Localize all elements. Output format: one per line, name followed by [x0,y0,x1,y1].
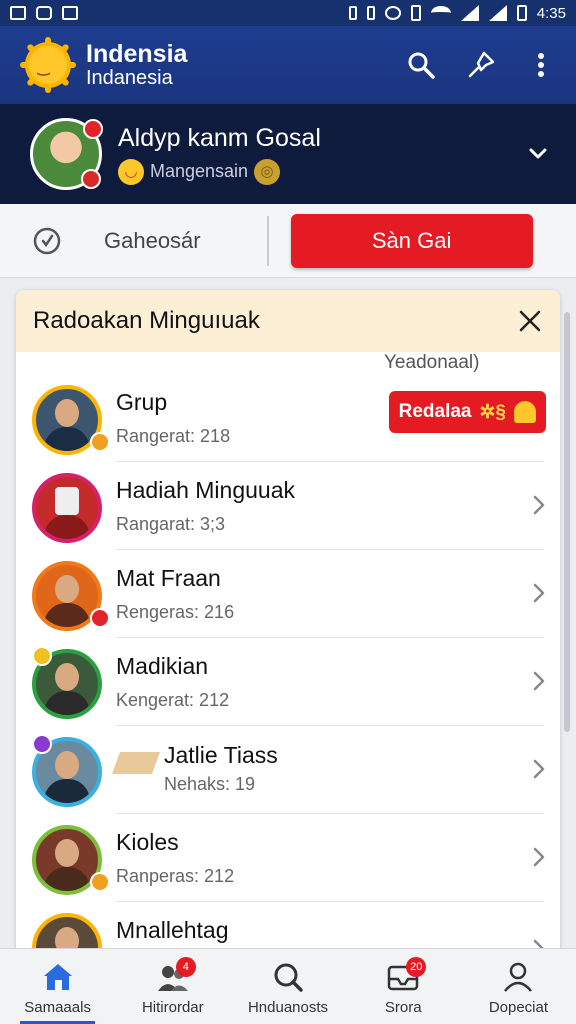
notification-count: 4 [175,957,196,977]
badge-icon [32,646,52,666]
clock-icon[interactable] [32,226,62,256]
reminder-button-label: Redalaa [398,401,472,422]
bluetooth-icon [366,6,375,20]
app-notification-icon [36,6,52,20]
tab-label: Hitirordar [141,999,204,1016]
action-strip: Gaheosár Sàn Gai [0,204,576,278]
battery-icon [516,5,527,21]
chevron-right-icon[interactable] [532,758,546,780]
signal-icon-2 [488,5,507,21]
wifi-icon [430,6,451,20]
list-item[interactable]: Grup Rangerat: 218 Redalaa ✲§ [16,374,560,462]
badge-icon [90,432,110,452]
tab-label: Samaaals [24,999,91,1016]
list-item-meta: Nehaks: 19 [164,774,256,794]
bottom-nav: Samaaals 4 Hitirordar Hnduanosts 20 Sror… [0,948,576,1024]
list-item-meta: Rangerat: 218 [116,426,231,446]
profile-header[interactable]: Aldyp kanm Gosal ◡ Mangensain ◎ [0,104,576,204]
status-bar: 4:35 [0,0,576,26]
inbox-icon: 20 [386,957,427,993]
coin-icon: ◎ [254,158,281,185]
list-item-name: Kioles [116,829,179,855]
search-icon[interactable] [406,50,436,80]
list-item-meta: Ranperas: 212 [116,866,235,886]
tab-label: Srora [384,999,422,1016]
card-header: Radoakan Minguıuak [16,290,560,352]
app-bar: ‿ Indensia Indanesia [0,26,576,104]
chevron-right-icon[interactable] [532,670,546,692]
signal-icon [460,5,479,21]
sparkle-icon: ✲§ [479,401,507,423]
profile-avatar[interactable] [30,118,103,190]
list-item[interactable]: Madikian Kengerat: 212 [16,638,560,726]
person-icon [501,961,535,993]
list-item[interactable]: Hadiah Minguuak Rangarat: 3;3 [16,462,560,550]
list-item[interactable]: Jatlie Tiass Nehaks: 19 [16,726,560,814]
list-item-name: Grup [116,389,168,415]
alarm-icon [384,6,401,20]
list-item-meta: Rengeras: 216 [116,602,235,622]
divider [266,215,269,266]
chevron-right-icon[interactable] [532,494,546,516]
list-item-name: Mat Fraan [116,565,221,591]
list-item[interactable]: Mat Fraan Rengeras: 216 [16,550,560,638]
tab-inbox[interactable]: 20 Srora [346,949,461,1024]
list-item-meta: Rangarat: 3;3 [116,514,226,534]
chevron-down-icon[interactable] [526,142,550,166]
close-icon[interactable] [516,307,544,335]
profile-status: Mangensain [150,161,249,181]
list-item-name: Hadiah Minguuak [116,477,296,503]
sim-icon [410,5,421,21]
chevron-right-icon[interactable] [532,846,546,868]
tab-label: Hnduanosts [247,999,329,1016]
bell-icon [514,401,536,423]
scrollbar[interactable] [564,312,570,732]
card-note: Yeadonaal) [384,352,480,373]
badge-icon [90,608,110,628]
list-item-name: Jatlie Tiass [164,742,278,768]
download-notification-icon [62,6,78,20]
people-icon: 4 [156,957,196,993]
pin-icon[interactable] [466,50,496,80]
vibrate-icon [348,6,357,20]
badge-icon [32,734,52,754]
image-notification-icon [10,6,26,20]
tab-community[interactable]: 4 Hitirordar [115,949,230,1024]
notification-badge-icon [83,119,103,139]
search-icon [271,961,305,993]
home-icon [41,961,75,993]
app-subtitle: Indanesia [86,66,173,89]
clock-time: 4:35 [536,4,566,22]
tab-profile[interactable]: Dopeciat [461,949,576,1024]
reminder-button[interactable]: Redalaa ✲§ [388,391,546,433]
tab-home[interactable]: Samaaals [0,949,115,1024]
list-item-meta: Kengerat: 212 [116,690,230,710]
chevron-right-icon[interactable] [532,582,546,604]
avatar [32,473,102,543]
profile-name: Aldyp kanm Gosal [118,123,321,152]
status-badge-icon [81,169,101,189]
tab-label: Dopeciat [488,999,549,1016]
paper-plane-icon [111,752,161,774]
tab-search[interactable]: Hnduanosts [230,949,345,1024]
primary-action-button[interactable]: Sàn Gai [290,213,533,268]
badge-icon [90,872,110,892]
mode-label[interactable]: Gaheosár [104,228,201,254]
more-vert-icon[interactable] [526,50,556,80]
list-item[interactable]: Kioles Ranperas: 212 [16,814,560,902]
sun-logo-icon: ‿ [20,37,76,93]
app-title: Indensia [86,40,188,69]
smile-emoji-icon: ◡ [118,158,144,185]
weekly-card: Radoakan Minguıuak Yeadonaal) Grup Range… [16,290,560,970]
list-item-name: Mnallehtag [116,917,229,943]
notification-count: 20 [406,957,427,977]
list-item-name: Madikian [116,653,209,679]
card-title: Radoakan Minguıuak [33,307,260,334]
